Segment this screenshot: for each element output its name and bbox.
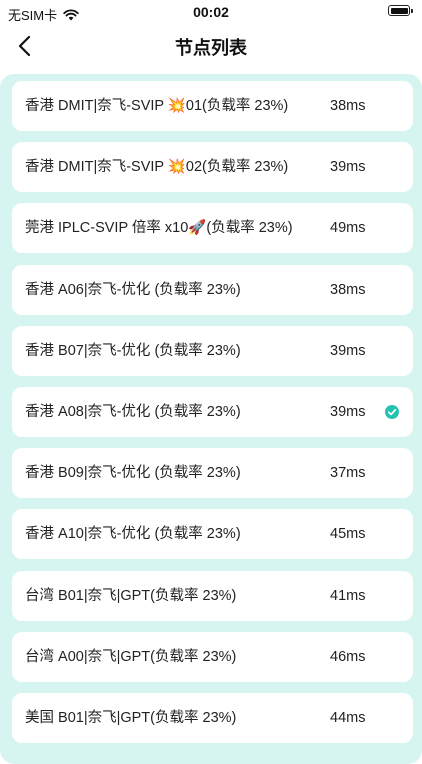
battery-icon bbox=[388, 5, 413, 16]
nav-bar: 节点列表 bbox=[0, 24, 422, 68]
node-name: 美国 B01|奈飞|GPT(负载率 23%) bbox=[25, 710, 237, 726]
node-name: 香港 DMIT|奈飞-SVIP 💥02(负载率 23%) bbox=[25, 159, 289, 176]
node-latency: 39ms bbox=[330, 342, 366, 359]
node-list: 香港 DMIT|奈飞-SVIP 💥01(负载率 23%) 38ms 香港 DMIT|… bbox=[0, 74, 422, 764]
node-item[interactable]: 美国 B01|奈飞|GPT(负载率 23%) 44ms bbox=[12, 693, 413, 743]
node-item[interactable]: 台湾 A00|奈飞|GPT(负载率 23%) 46ms bbox=[12, 631, 413, 682]
status-time: 00:02 bbox=[193, 4, 229, 20]
node-name: 香港 DMIT|奈飞-SVIP 💥01(负载率 23%) bbox=[25, 98, 289, 114]
status-bar: 无SIM卡 00:02 bbox=[0, 0, 422, 24]
node-item[interactable]: 莞港 IPLC-SVIP 倍率 x10🚀(负载率 23%) 49ms bbox=[12, 203, 413, 254]
node-latency: 38ms bbox=[330, 98, 366, 114]
node-item[interactable]: 台湾 B01|奈飞|GPT(负载率 23%) 41ms bbox=[12, 570, 413, 621]
node-item[interactable]: 香港 DMIT|奈飞-SVIP 💥02(负载率 23%) 39ms bbox=[12, 142, 413, 193]
node-latency: 44ms bbox=[330, 710, 366, 726]
node-latency: 39ms bbox=[330, 159, 366, 176]
node-item[interactable]: 香港 A06|奈飞-优化 (负载率 23%) 38ms bbox=[12, 264, 413, 315]
node-latency: 46ms bbox=[330, 648, 366, 665]
node-latency: 45ms bbox=[330, 526, 366, 543]
node-name: 香港 A10|奈飞-优化 (负载率 23%) bbox=[25, 526, 241, 543]
node-item[interactable]: 香港 A10|奈飞-优化 (负载率 23%) 45ms bbox=[12, 509, 413, 560]
node-item[interactable]: 香港 DMIT|奈飞-SVIP 💥01(负载率 23%) 38ms bbox=[12, 81, 413, 131]
node-latency: 49ms bbox=[330, 220, 366, 237]
node-latency: 39ms bbox=[330, 404, 366, 420]
check-icon bbox=[385, 405, 399, 419]
node-name: 香港 B07|奈飞-优化 (负载率 23%) bbox=[25, 342, 241, 359]
node-latency: 37ms bbox=[330, 465, 366, 482]
node-item[interactable]: 香港 A08|奈飞-优化 (负载率 23%) 39ms bbox=[12, 387, 413, 437]
node-name: 台湾 B01|奈飞|GPT(负载率 23%) bbox=[25, 587, 237, 604]
node-name: 香港 A06|奈飞-优化 (负载率 23%) bbox=[25, 281, 241, 298]
node-name: 香港 A08|奈飞-优化 (负载率 23%) bbox=[25, 404, 241, 420]
node-item[interactable]: 香港 B07|奈飞-优化 (负载率 23%) 39ms bbox=[12, 325, 413, 376]
node-latency: 41ms bbox=[330, 587, 366, 604]
node-name: 台湾 A00|奈飞|GPT(负载率 23%) bbox=[25, 648, 237, 665]
node-name: 莞港 IPLC-SVIP 倍率 x10🚀(负载率 23%) bbox=[25, 220, 293, 237]
node-item[interactable]: 香港 B09|奈飞-优化 (负载率 23%) 37ms bbox=[12, 448, 413, 499]
node-name: 香港 B09|奈飞-优化 (负载率 23%) bbox=[25, 465, 241, 482]
node-latency: 38ms bbox=[330, 281, 366, 298]
page-title: 节点列表 bbox=[175, 38, 247, 58]
